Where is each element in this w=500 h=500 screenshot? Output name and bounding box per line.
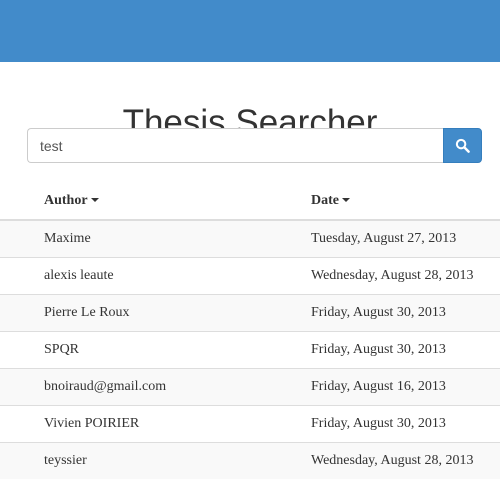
table-row[interactable]: bnoiraud@gmail.com Friday, August 16, 20… xyxy=(0,368,500,406)
date-cell: Friday, August 30, 2013 xyxy=(311,331,500,369)
date-cell: Tuesday, August 27, 2013 xyxy=(311,219,500,258)
author-cell: Vivien POIRIER xyxy=(0,405,311,443)
date-cell: Friday, August 30, 2013 xyxy=(311,294,500,332)
author-cell: SPQR xyxy=(0,331,311,369)
author-cell: alexis leaute xyxy=(0,257,311,295)
results-table: Author Date Maxime Tuesday, August 27, 2… xyxy=(0,182,500,479)
search-form xyxy=(27,128,482,163)
caret-down-icon xyxy=(90,198,99,203)
table-row[interactable]: alexis leaute Wednesday, August 28, 2013 xyxy=(0,257,500,295)
author-sort-label[interactable]: Author xyxy=(44,193,88,208)
date-cell: Wednesday, August 28, 2013 xyxy=(311,257,500,295)
author-cell: bnoiraud@gmail.com xyxy=(0,368,311,406)
table-row[interactable]: teyssier Wednesday, August 28, 2013 xyxy=(0,442,500,479)
caret-down-icon xyxy=(342,198,350,203)
table-row[interactable]: Pierre Le Roux Friday, August 30, 2013 xyxy=(0,294,500,332)
date-sort-label[interactable]: Date xyxy=(311,193,339,208)
date-column-header[interactable]: Date xyxy=(311,182,500,221)
author-cell: Pierre Le Roux xyxy=(0,294,311,332)
date-cell: Wednesday, August 28, 2013 xyxy=(311,442,500,479)
top-navbar xyxy=(0,0,500,62)
search-button[interactable] xyxy=(443,128,482,163)
table-row[interactable]: Vivien POIRIER Friday, August 30, 2013 xyxy=(0,405,500,443)
author-cell: Maxime xyxy=(0,219,311,258)
date-cell: Friday, August 30, 2013 xyxy=(311,405,500,443)
table-row[interactable]: Maxime Tuesday, August 27, 2013 xyxy=(0,219,500,258)
table-header-row: Author Date xyxy=(0,182,500,221)
table-row[interactable]: SPQR Friday, August 30, 2013 xyxy=(0,331,500,369)
date-cell: Friday, August 16, 2013 xyxy=(311,368,500,406)
author-column-header[interactable]: Author xyxy=(0,182,311,221)
search-input[interactable] xyxy=(27,128,443,163)
author-cell: teyssier xyxy=(0,442,311,479)
search-icon xyxy=(455,138,470,153)
